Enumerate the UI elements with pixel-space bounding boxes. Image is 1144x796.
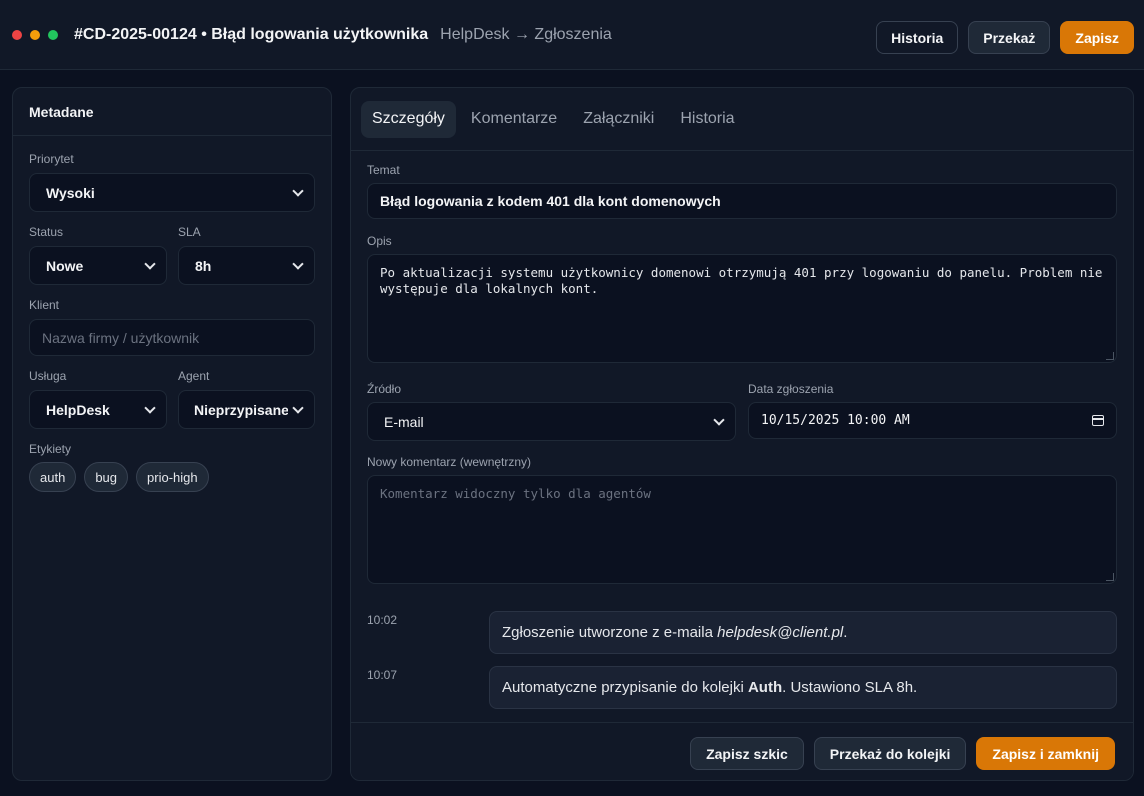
tab-attachments[interactable]: Załączniki [572, 101, 665, 138]
priority-value: Wysoki [46, 184, 95, 201]
status-label: Status [29, 225, 64, 239]
description-textarea[interactable]: Po aktualizacji systemu użytkownicy dome… [367, 254, 1117, 363]
timeline-event: Automatyczne przypisanie do kolejki Auth… [489, 666, 1117, 709]
save-and-close-button[interactable]: Zapisz i zamknij [976, 737, 1115, 770]
service-select[interactable]: HelpDesk [29, 390, 167, 429]
chevron-down-icon [713, 413, 725, 426]
agent-value: Nieprzypisane [194, 401, 288, 418]
event-text: Zgłoszenie utworzone z e-maila [502, 624, 713, 641]
source-select[interactable]: E-mail [367, 402, 736, 441]
tag-prio-high[interactable]: prio-high [136, 462, 209, 492]
date-input[interactable]: 10/15/2025 10:00 AM [748, 402, 1117, 439]
tab-bar: Szczegóły Komentarze Załączniki Historia [351, 88, 1133, 151]
close-window-icon[interactable] [12, 29, 22, 40]
comment-label: Nowy komentarz (wewnętrzny) [367, 455, 532, 469]
tab-details[interactable]: Szczegóły [361, 100, 456, 138]
sla-select[interactable]: 8h [178, 246, 315, 285]
event-email: helpdesk@client.pl [717, 624, 844, 641]
resize-handle-icon[interactable] [1106, 352, 1114, 360]
calendar-icon[interactable] [1092, 415, 1104, 426]
forward-to-queue-button[interactable]: Przekaż do kolejki [813, 737, 967, 770]
tags-label: Etykiety [29, 442, 72, 456]
forward-button[interactable]: Przekaż [968, 21, 1051, 54]
client-input[interactable] [29, 319, 315, 356]
priority-select[interactable]: Wysoki [29, 173, 315, 212]
date-label: Data zgłoszenia [748, 382, 834, 396]
tag-bug[interactable]: bug [84, 462, 129, 492]
event-queue: Auth [747, 679, 783, 696]
service-value: HelpDesk [46, 401, 110, 418]
priority-label: Priorytet [29, 152, 74, 166]
sla-value: 8h [195, 257, 212, 274]
chevron-down-icon [292, 184, 304, 197]
ticket-title: #CD-2025-00124 • Błąd logowania użytkown… [74, 25, 429, 43]
resize-handle-icon[interactable] [1106, 573, 1114, 581]
save-draft-button[interactable]: Zapisz szkic [690, 737, 804, 770]
status-value: Nowe [46, 257, 84, 274]
metadata-title: Metadane [13, 88, 331, 136]
timeline-time: 10:07 [367, 668, 398, 682]
app-window: #CD-2025-00124 • Błąd logowania użytkown… [0, 0, 1144, 796]
source-value: E-mail [384, 413, 424, 430]
client-label: Klient [29, 298, 60, 312]
subject-input[interactable]: Błąd logowania z kodem 401 dla kont dome… [367, 183, 1117, 219]
event-text-end: . Ustawiono SLA 8h. [782, 679, 918, 696]
breadcrumb: HelpDesk → Zgłoszenia [440, 25, 612, 43]
chevron-down-icon [144, 401, 156, 414]
save-button[interactable]: Zapisz [1060, 21, 1134, 54]
window-controls [12, 29, 58, 40]
comment-textarea[interactable] [367, 475, 1117, 584]
metadata-panel: Metadane Priorytet Wysoki Status Nowe SL… [12, 87, 332, 781]
title-bar: #CD-2025-00124 • Błąd logowania użytkown… [0, 0, 1144, 70]
timeline-event: Zgłoszenie utworzone z e-maila helpdesk@… [489, 611, 1117, 654]
service-label: Usługa [29, 369, 67, 383]
tab-history[interactable]: Historia [669, 101, 745, 138]
chevron-down-icon [292, 257, 304, 270]
maximize-window-icon[interactable] [48, 29, 58, 40]
agent-select[interactable]: Nieprzypisane [178, 390, 315, 429]
timeline-time: 10:02 [367, 613, 398, 627]
status-select[interactable]: Nowe [29, 246, 167, 285]
date-value: 10/15/2025 10:00 AM [761, 413, 910, 428]
subject-label: Temat [367, 163, 400, 177]
minimize-window-icon[interactable] [30, 29, 40, 40]
event-text-end: . [843, 624, 848, 641]
footer-actions: Zapisz szkic Przekaż do kolejki Zapisz i… [690, 737, 1115, 770]
description-label: Opis [367, 234, 392, 248]
top-actions: Historia Przekaż Zapisz [876, 21, 1134, 54]
agent-label: Agent [178, 369, 210, 383]
tags-list: auth bug prio-high [29, 462, 209, 492]
history-button[interactable]: Historia [876, 21, 959, 54]
chevron-down-icon [144, 257, 156, 270]
chevron-down-icon [292, 401, 304, 414]
details-panel: Szczegóły Komentarze Załączniki Historia… [350, 87, 1134, 781]
tag-auth[interactable]: auth [29, 462, 77, 492]
sla-label: SLA [178, 225, 201, 239]
footer-bar: Zapisz szkic Przekaż do kolejki Zapisz i… [351, 722, 1133, 780]
tab-comments[interactable]: Komentarze [460, 101, 568, 138]
source-label: Źródło [367, 382, 402, 396]
event-text: Automatyczne przypisanie do kolejki [502, 679, 744, 696]
